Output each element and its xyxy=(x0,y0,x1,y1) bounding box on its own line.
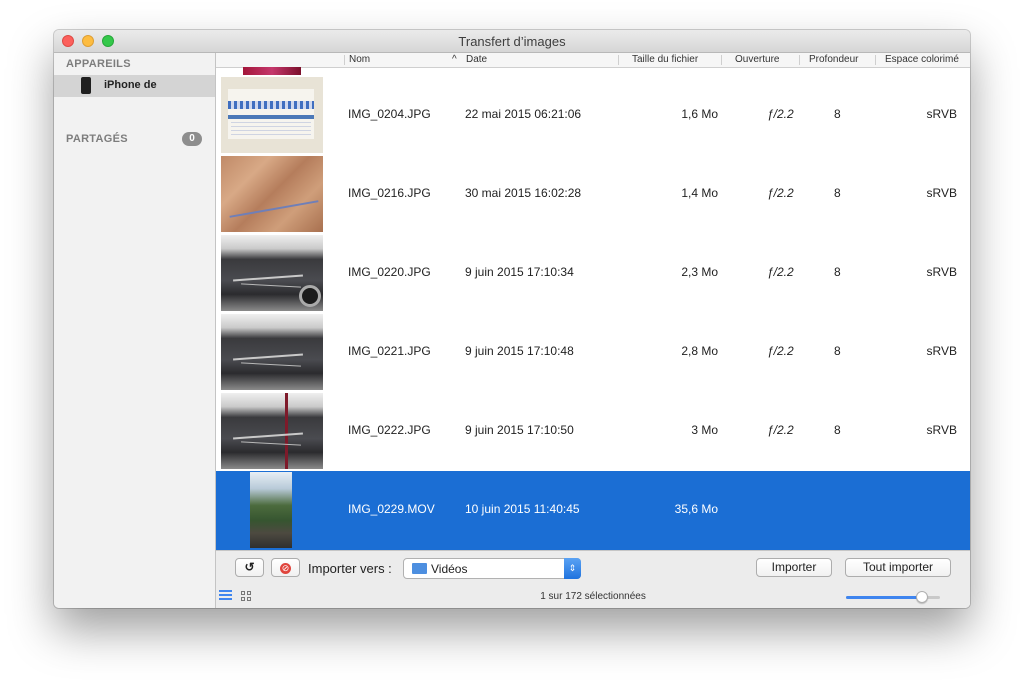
titlebar: Transfert d’images xyxy=(54,30,970,53)
phone-icon xyxy=(81,77,91,94)
file-depth: 8 xyxy=(834,107,841,121)
thumbnail xyxy=(221,314,323,390)
file-name: IMG_0222.JPG xyxy=(348,423,431,437)
delete-icon: ⊘ xyxy=(280,563,291,574)
devices-heading: APPAREILS xyxy=(66,58,131,70)
file-depth: 8 xyxy=(834,186,841,200)
table-row[interactable]: IMG_0204.JPG 22 mai 2015 06:21:06 1,6 Mo… xyxy=(216,76,970,156)
column-header-name[interactable]: Nom xyxy=(349,53,370,67)
thumbnail xyxy=(221,156,323,232)
file-colorspace: sRVB xyxy=(926,265,957,279)
file-date: 10 juin 2015 11:40:45 xyxy=(465,502,580,516)
file-colorspace: sRVB xyxy=(926,186,957,200)
video-thumbnail xyxy=(250,472,292,548)
file-date: 9 juin 2015 17:10:50 xyxy=(465,423,574,437)
sort-indicator-icon[interactable]: ^ xyxy=(452,53,457,67)
shared-heading[interactable]: PARTAGÉS xyxy=(66,133,128,145)
file-name: IMG_0216.JPG xyxy=(348,186,431,200)
file-aperture: ƒ/2.2 xyxy=(767,186,794,200)
shared-count-badge: 0 xyxy=(182,132,202,146)
thumbnail-size-slider[interactable] xyxy=(846,591,940,603)
window-title: Transfert d’images xyxy=(458,34,566,49)
destination-value: Vidéos xyxy=(431,562,468,576)
table-row[interactable]: IMG_0221.JPG 9 juin 2015 17:10:48 2,8 Mo… xyxy=(216,313,970,393)
thumbnail-partial xyxy=(243,67,301,75)
column-header-aperture[interactable]: Ouverture xyxy=(735,53,779,67)
file-colorspace: sRVB xyxy=(926,107,957,121)
column-separator[interactable] xyxy=(875,55,876,65)
sidebar-item-device[interactable]: iPhone de xyxy=(54,75,215,97)
file-size: 1,4 Mo xyxy=(681,186,718,200)
column-header-size[interactable]: Taille du fichier xyxy=(632,53,698,67)
import-to-label: Importer vers : xyxy=(308,561,392,576)
file-size: 1,6 Mo xyxy=(681,107,718,121)
file-aperture: ƒ/2.2 xyxy=(767,265,794,279)
file-name: IMG_0204.JPG xyxy=(348,107,431,121)
file-date: 9 juin 2015 17:10:48 xyxy=(465,344,574,358)
image-capture-window: Transfert d’images APPAREILS iPhone de P… xyxy=(54,30,970,608)
column-separator[interactable] xyxy=(344,55,345,65)
file-size: 2,8 Mo xyxy=(681,344,718,358)
column-separator[interactable] xyxy=(721,55,722,65)
thumbnail xyxy=(221,235,323,311)
column-header-depth[interactable]: Profondeur xyxy=(809,53,858,67)
table-row[interactable]: IMG_0220.JPG 9 juin 2015 17:10:34 2,3 Mo… xyxy=(216,234,970,314)
column-separator[interactable] xyxy=(618,55,619,65)
rotate-button[interactable]: ↺ xyxy=(235,558,264,577)
import-all-button[interactable]: Tout importer xyxy=(845,558,951,577)
slider-fill xyxy=(846,596,922,599)
import-button[interactable]: Importer xyxy=(756,558,832,577)
sidebar: APPAREILS iPhone de PARTAGÉS 0 xyxy=(54,53,216,608)
file-aperture: ƒ/2.2 xyxy=(767,344,794,358)
column-header-row: Nom ^ Date Taille du fichier Ouverture P… xyxy=(216,53,970,68)
file-size: 3 Mo xyxy=(691,423,718,437)
file-name: IMG_0220.JPG xyxy=(348,265,431,279)
file-size: 35,6 Mo xyxy=(674,502,718,516)
file-name: IMG_0229.MOV xyxy=(348,502,435,516)
delete-button[interactable]: ⊘ xyxy=(271,558,300,577)
file-colorspace: sRVB xyxy=(926,423,957,437)
file-aperture: ƒ/2.2 xyxy=(767,423,794,437)
column-header-colorspace[interactable]: Espace colorimé xyxy=(885,53,959,67)
rotate-icon: ↺ xyxy=(244,560,255,574)
file-size: 2,3 Mo xyxy=(681,265,718,279)
column-separator[interactable] xyxy=(799,55,800,65)
file-depth: 8 xyxy=(834,423,841,437)
destination-select[interactable]: Vidéos ⇕ xyxy=(403,558,581,579)
file-depth: 8 xyxy=(834,265,841,279)
thumbnail xyxy=(221,77,323,153)
slider-knob[interactable] xyxy=(916,591,928,603)
thumbnail xyxy=(221,393,323,469)
table-row[interactable]: IMG_0222.JPG 9 juin 2015 17:10:50 3 Mo ƒ… xyxy=(216,392,970,472)
chevron-up-down-icon: ⇕ xyxy=(564,558,581,579)
device-name: iPhone de xyxy=(104,79,157,91)
file-list: Nom ^ Date Taille du fichier Ouverture P… xyxy=(216,53,970,608)
table-row[interactable]: IMG_0216.JPG 30 mai 2015 16:02:28 1,4 Mo… xyxy=(216,155,970,235)
column-header-date[interactable]: Date xyxy=(466,53,487,67)
file-aperture: ƒ/2.2 xyxy=(767,107,794,121)
file-date: 9 juin 2015 17:10:34 xyxy=(465,265,574,279)
table-row-selected[interactable]: IMG_0229.MOV 10 juin 2015 11:40:45 35,6 … xyxy=(216,471,970,551)
file-date: 30 mai 2015 16:02:28 xyxy=(465,186,582,200)
file-depth: 8 xyxy=(834,344,841,358)
file-name: IMG_0221.JPG xyxy=(348,344,431,358)
file-colorspace: sRVB xyxy=(926,344,957,358)
bottom-toolbar: ↺ ⊘ Importer vers : Vidéos ⇕ Importer To… xyxy=(216,550,970,608)
file-date: 22 mai 2015 06:21:06 xyxy=(465,107,582,121)
folder-icon xyxy=(412,563,427,574)
